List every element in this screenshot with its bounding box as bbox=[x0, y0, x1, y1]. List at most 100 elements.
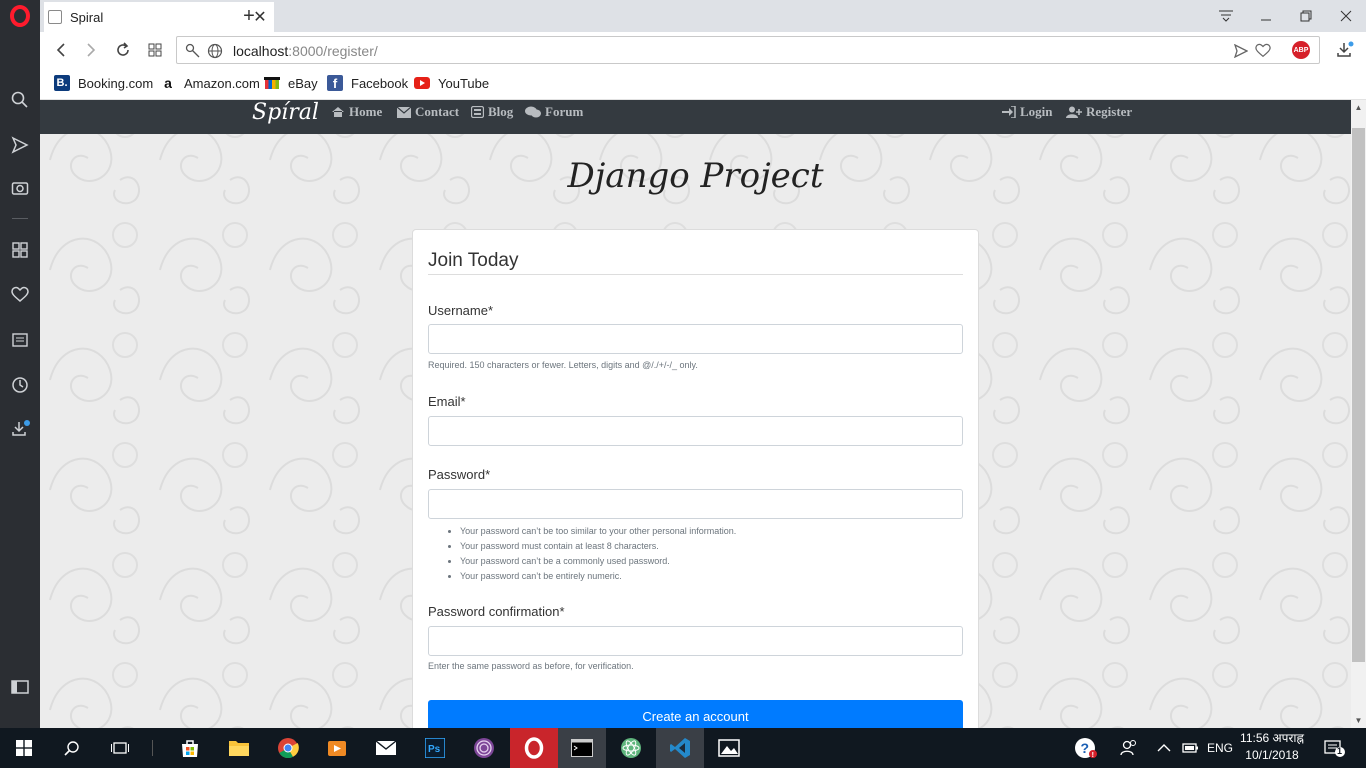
people-icon[interactable] bbox=[1120, 728, 1138, 768]
downloads-icon[interactable] bbox=[9, 418, 31, 440]
task-view-icon[interactable] bbox=[96, 728, 144, 768]
bookmark-amazon[interactable]: a Amazon.com bbox=[160, 75, 260, 91]
new-tab-icon[interactable]: + bbox=[238, 5, 260, 28]
nav-forum[interactable]: Forum bbox=[525, 104, 583, 120]
bookmark-booking[interactable]: B. Booking.com bbox=[54, 75, 153, 91]
atom-editor-icon[interactable] bbox=[607, 728, 655, 768]
url-path: :8000/register/ bbox=[288, 43, 378, 59]
key-icon[interactable] bbox=[185, 43, 201, 59]
notification-count: 1 bbox=[1337, 746, 1343, 756]
sidebar-toggle-icon[interactable] bbox=[9, 676, 31, 698]
bookmark-ebay[interactable]: eBay bbox=[264, 75, 318, 91]
history-icon[interactable] bbox=[9, 374, 31, 396]
username-label: Username* bbox=[428, 303, 493, 318]
taskbar-separator bbox=[152, 740, 153, 756]
chrome-icon[interactable] bbox=[264, 728, 312, 768]
tor-browser-icon[interactable] bbox=[460, 728, 508, 768]
url-text[interactable]: localhost:8000/register/ bbox=[233, 43, 378, 59]
booking-icon: B. bbox=[54, 75, 70, 91]
nav-forum-label: Forum bbox=[545, 104, 584, 119]
close-window-icon[interactable] bbox=[1326, 0, 1366, 32]
home-icon bbox=[332, 107, 344, 117]
action-center-icon[interactable]: 1 bbox=[1324, 728, 1346, 768]
nav-home[interactable]: Home bbox=[331, 104, 382, 120]
svg-text:!: ! bbox=[1092, 752, 1094, 759]
page-viewport: Spíral Home Contact Blog Forum Login Reg… bbox=[40, 100, 1351, 728]
scroll-up-icon[interactable]: ▲ bbox=[1351, 100, 1366, 115]
bookmark-label: Amazon.com bbox=[184, 75, 260, 91]
adblock-icon[interactable]: ABP bbox=[1288, 38, 1314, 62]
reload-icon[interactable] bbox=[110, 38, 136, 62]
mail-icon[interactable] bbox=[362, 728, 410, 768]
clock-date: 10/1/2018 bbox=[1245, 748, 1299, 762]
form-legend: Join Today bbox=[428, 250, 963, 275]
nav-home-label: Home bbox=[349, 104, 383, 119]
system-clock[interactable]: 11:56 अपराह्न 10/1/2018 bbox=[1236, 730, 1308, 764]
store-icon[interactable] bbox=[166, 728, 214, 768]
bookmark-facebook[interactable]: f Facebook bbox=[327, 75, 408, 91]
register-card: Join Today Username* Required. 150 chara… bbox=[412, 229, 979, 728]
nav-contact[interactable]: Contact bbox=[397, 104, 459, 120]
adblock-label: ABP bbox=[1292, 41, 1310, 59]
send-page-icon[interactable] bbox=[1234, 44, 1248, 58]
scrollbar-thumb[interactable] bbox=[1352, 128, 1365, 662]
password-help-item: Your password must contain at least 8 ch… bbox=[460, 539, 736, 554]
url-host: localhost bbox=[233, 43, 289, 59]
search-icon[interactable] bbox=[9, 89, 31, 111]
password-confirmation-label: Password confirmation* bbox=[428, 604, 565, 619]
create-account-button[interactable]: Create an account bbox=[428, 700, 963, 728]
amazon-icon: a bbox=[164, 75, 172, 91]
ebay-icon bbox=[264, 75, 280, 91]
send-icon[interactable] bbox=[9, 134, 31, 156]
opera-taskbar-icon[interactable] bbox=[510, 728, 558, 768]
speed-dial-icon[interactable] bbox=[9, 239, 31, 261]
site-brand[interactable]: Spíral bbox=[252, 100, 319, 125]
bookmark-youtube[interactable]: YouTube bbox=[414, 75, 489, 91]
bookmarks-bar: B. Booking.com a Amazon.com eBay f Facebook… bbox=[40, 68, 1366, 100]
download-status-icon[interactable] bbox=[1332, 38, 1358, 62]
battery-icon[interactable] bbox=[1181, 728, 1199, 768]
email-label-text: Email bbox=[428, 394, 461, 409]
forward-icon[interactable] bbox=[78, 38, 104, 62]
required-asterisk: * bbox=[559, 604, 565, 619]
photoshop-icon[interactable]: Ps bbox=[411, 728, 459, 768]
photos-icon[interactable] bbox=[705, 728, 753, 768]
nav-blog[interactable]: Blog bbox=[471, 104, 513, 120]
page-scrollbar[interactable]: ▲ ▼ bbox=[1351, 100, 1366, 728]
email-input[interactable] bbox=[428, 416, 963, 446]
tab-title: Spiral bbox=[70, 9, 104, 25]
language-indicator[interactable]: ENG bbox=[1207, 728, 1233, 768]
password-confirmation-input[interactable] bbox=[428, 626, 963, 656]
tiles-icon[interactable] bbox=[142, 38, 168, 62]
tab-menu-icon[interactable] bbox=[1206, 0, 1246, 32]
restore-icon[interactable] bbox=[1286, 0, 1326, 32]
media-player-icon[interactable] bbox=[313, 728, 361, 768]
user-plus-icon bbox=[1066, 106, 1082, 118]
clock-time: 11:56 अपराह्न bbox=[1240, 731, 1304, 745]
terminal-icon[interactable] bbox=[558, 728, 606, 768]
address-field[interactable]: localhost:8000/register/ bbox=[176, 36, 1320, 64]
camera-icon[interactable] bbox=[9, 177, 31, 199]
password-input[interactable] bbox=[428, 489, 963, 519]
password-help-item: Your password can’t be entirely numeric. bbox=[460, 569, 736, 584]
windows-start-icon[interactable] bbox=[0, 728, 48, 768]
bookmark-heart-icon[interactable] bbox=[1255, 43, 1271, 59]
file-explorer-icon[interactable] bbox=[215, 728, 263, 768]
username-input[interactable] bbox=[428, 324, 963, 354]
vscode-icon[interactable] bbox=[656, 728, 704, 768]
globe-icon[interactable] bbox=[207, 43, 223, 59]
show-hidden-icons-chevron-icon[interactable] bbox=[1157, 728, 1171, 768]
heart-icon[interactable] bbox=[9, 284, 31, 306]
help-tray-icon[interactable]: ?! bbox=[1074, 728, 1098, 768]
back-icon[interactable] bbox=[48, 38, 74, 62]
required-asterisk: * bbox=[460, 394, 466, 409]
opera-logo-icon[interactable] bbox=[9, 5, 31, 27]
password-label-text: Password bbox=[428, 467, 486, 482]
password-help-item: Your password can’t be a commonly used p… bbox=[460, 554, 736, 569]
news-icon[interactable] bbox=[9, 329, 31, 351]
search-taskbar-icon[interactable] bbox=[48, 728, 96, 768]
nav-register[interactable]: Register bbox=[1066, 104, 1132, 120]
scroll-down-icon[interactable]: ▼ bbox=[1351, 713, 1366, 728]
minimize-icon[interactable] bbox=[1246, 0, 1286, 32]
nav-login[interactable]: Login bbox=[1002, 104, 1053, 120]
